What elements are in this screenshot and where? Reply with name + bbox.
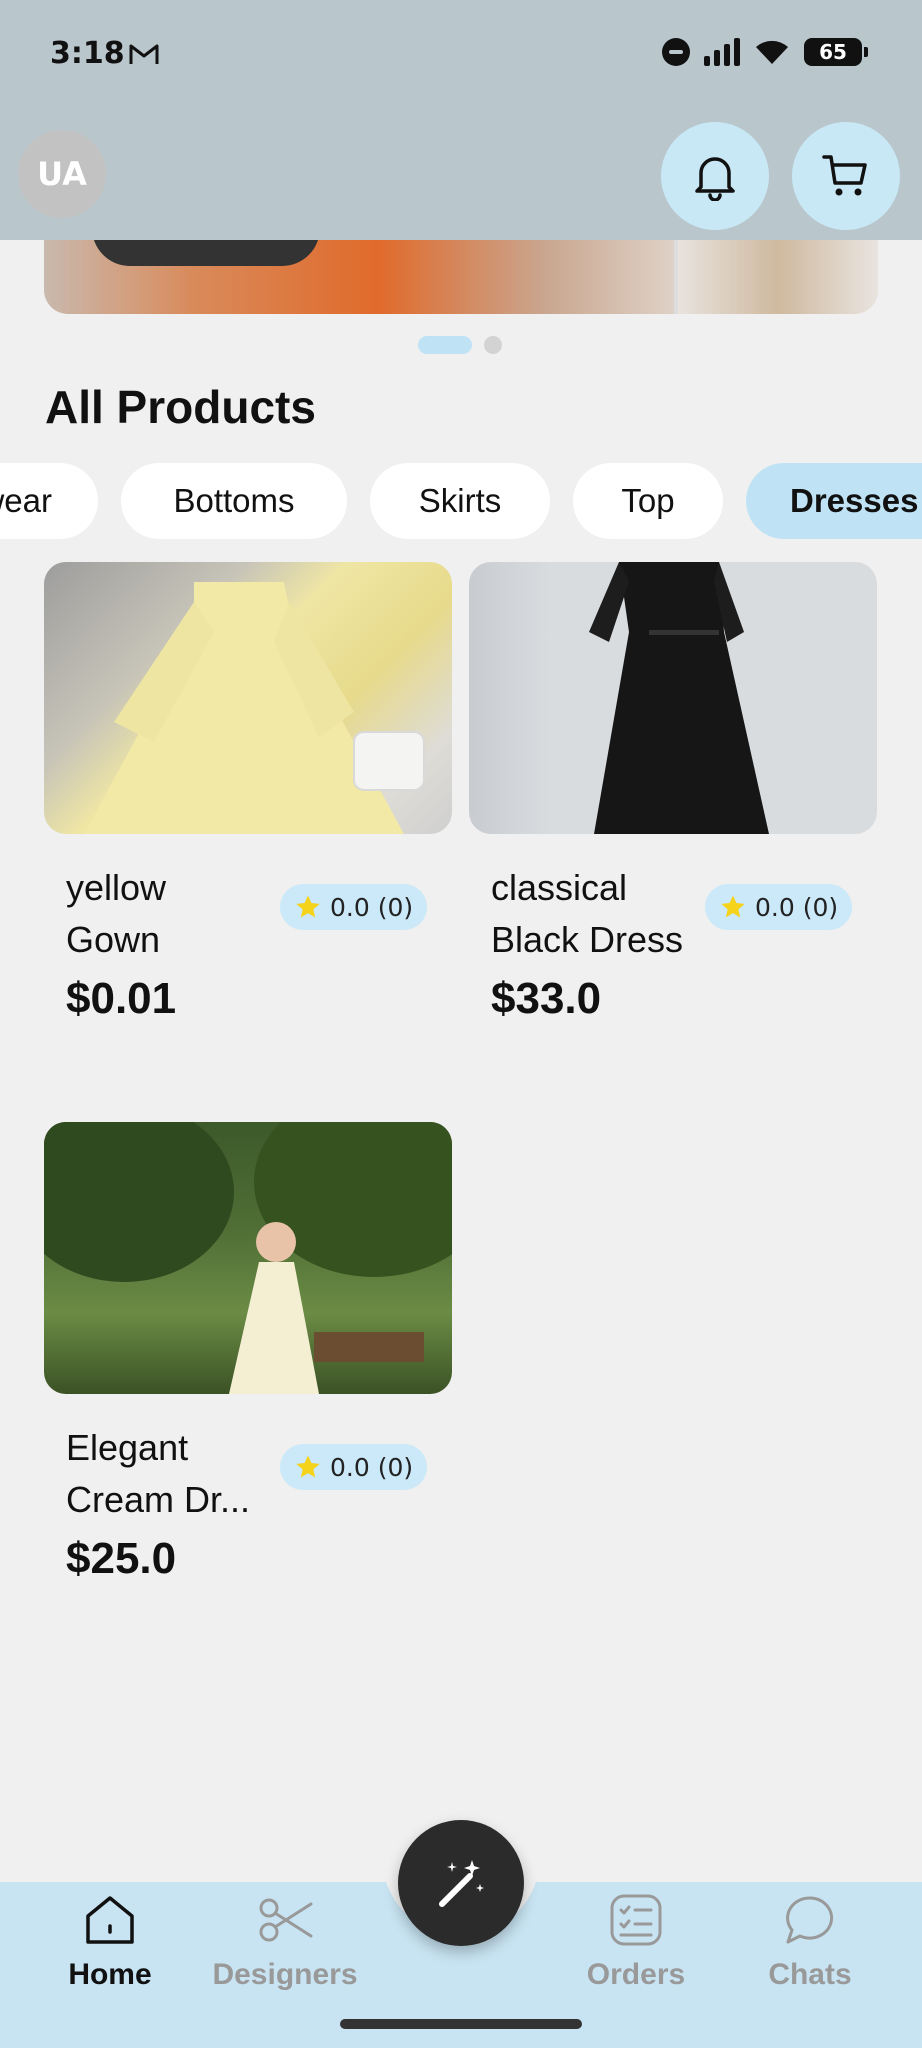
category-chips: wear Bottoms Skirts Top Dresses <box>0 463 922 539</box>
carousel-dot <box>484 336 502 354</box>
star-icon <box>296 895 320 918</box>
category-chip-wear[interactable]: wear <box>0 463 98 539</box>
rating-count: (0) <box>377 1452 414 1482</box>
avatar[interactable]: UA <box>18 130 106 218</box>
nav-item-home[interactable]: Home <box>60 1882 160 1992</box>
carousel-dot-active <box>418 336 472 354</box>
status-time: 3:18 <box>50 36 125 71</box>
category-chip-skirts[interactable]: Skirts <box>370 463 550 539</box>
rating-badge: 0.0 (0) <box>280 1444 428 1490</box>
product-price: $0.01 <box>66 974 177 1023</box>
product-name: Elegant Cream Dr... <box>66 1427 251 1520</box>
home-icon <box>86 1896 134 1944</box>
nav-item-chats[interactable]: Chats <box>760 1882 860 1992</box>
product-card[interactable]: yellow Gown 0.0 (0) $0.01 <box>44 562 452 1032</box>
rating-count: (0) <box>802 892 839 922</box>
product-name: classical Black Dress <box>491 867 684 960</box>
rating-value: 0.0 <box>330 1452 370 1482</box>
magic-wand-icon <box>439 1860 484 1907</box>
product-card[interactable]: Elegant Cream Dr... 0.0 (0) $25.0 <box>44 1122 452 1592</box>
rating-value: 0.0 <box>330 892 370 922</box>
product-image <box>469 562 877 834</box>
category-chip-dresses[interactable]: Dresses <box>746 463 922 539</box>
do-not-disturb-icon <box>662 38 690 66</box>
notifications-button[interactable] <box>661 122 769 230</box>
cart-icon <box>822 155 867 196</box>
orders-icon <box>610 1894 662 1946</box>
nav-label: Chats <box>768 1958 852 1991</box>
nav-label: Orders <box>586 1958 686 1991</box>
signal-icon <box>704 38 740 66</box>
cart-button[interactable] <box>792 122 900 230</box>
nav-label: Home <box>68 1958 152 1991</box>
product-image <box>44 562 452 834</box>
star-icon <box>296 1455 320 1478</box>
rating-badge: 0.0 (0) <box>705 884 853 930</box>
product-card[interactable]: classical Black Dress 0.0 (0) $33.0 <box>469 562 877 1032</box>
product-name: yellow Gown <box>66 867 167 960</box>
wifi-icon <box>756 40 788 64</box>
product-image <box>44 1122 452 1394</box>
top-header: 3:18 65 UA <box>0 0 922 240</box>
nav-item-designers[interactable]: Designers <box>210 1882 360 1992</box>
product-price: $25.0 <box>66 1534 177 1583</box>
status-icons: 65 <box>662 38 868 66</box>
star-icon <box>721 895 745 918</box>
section-title: All Products <box>45 381 316 433</box>
ai-magic-button[interactable] <box>398 1820 524 1946</box>
rating-value: 0.0 <box>755 892 795 922</box>
gmail-icon <box>129 44 159 64</box>
nav-item-orders[interactable]: Orders <box>580 1882 692 1992</box>
category-chip-top[interactable]: Top <box>573 463 723 539</box>
product-price: $33.0 <box>491 974 602 1023</box>
rating-count: (0) <box>377 892 414 922</box>
home-indicator[interactable] <box>340 2019 582 2029</box>
battery-indicator: 65 <box>804 38 868 66</box>
scissors-icon <box>259 1898 313 1942</box>
carousel-indicator <box>418 336 502 354</box>
nav-label: Designers <box>212 1958 358 1991</box>
rating-badge: 0.0 (0) <box>280 884 428 930</box>
category-chip-bottoms[interactable]: Bottoms <box>121 463 347 539</box>
chat-icon <box>786 1896 834 1944</box>
bell-icon <box>695 157 735 201</box>
